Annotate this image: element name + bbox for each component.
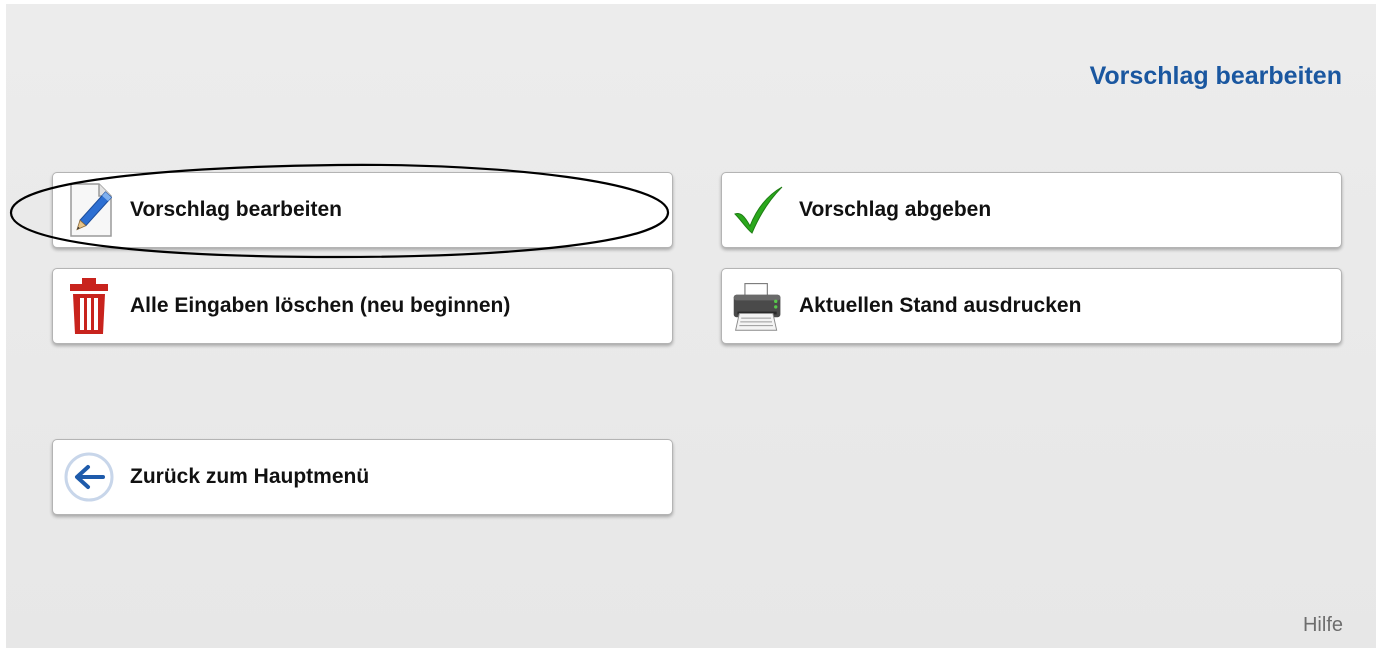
print-status-label: Aktuellen Stand ausdrucken: [799, 294, 1082, 317]
printer-icon: [730, 278, 786, 334]
edit-proposal-button[interactable]: Vorschlag bearbeiten: [52, 172, 673, 248]
back-to-main-menu-button[interactable]: Zurück zum Hauptmenü: [52, 439, 673, 515]
back-to-main-menu-label: Zurück zum Hauptmenü: [130, 465, 370, 488]
reset-inputs-button[interactable]: Alle Eingaben löschen (neu beginnen): [52, 268, 673, 344]
back-arrow-icon: [61, 449, 117, 505]
trash-icon: [61, 278, 117, 334]
print-status-button[interactable]: Aktuellen Stand ausdrucken: [721, 268, 1342, 344]
submit-proposal-button[interactable]: Vorschlag abgeben: [721, 172, 1342, 248]
reset-inputs-label: Alle Eingaben löschen (neu beginnen): [130, 294, 511, 317]
page-title: Vorschlag bearbeiten: [1089, 62, 1342, 90]
checkmark-icon: [730, 182, 786, 238]
edit-proposal-label: Vorschlag bearbeiten: [130, 198, 343, 221]
help-link[interactable]: Hilfe: [1303, 614, 1343, 637]
submit-proposal-label: Vorschlag abgeben: [799, 198, 992, 221]
pencil-document-icon: [61, 182, 117, 238]
